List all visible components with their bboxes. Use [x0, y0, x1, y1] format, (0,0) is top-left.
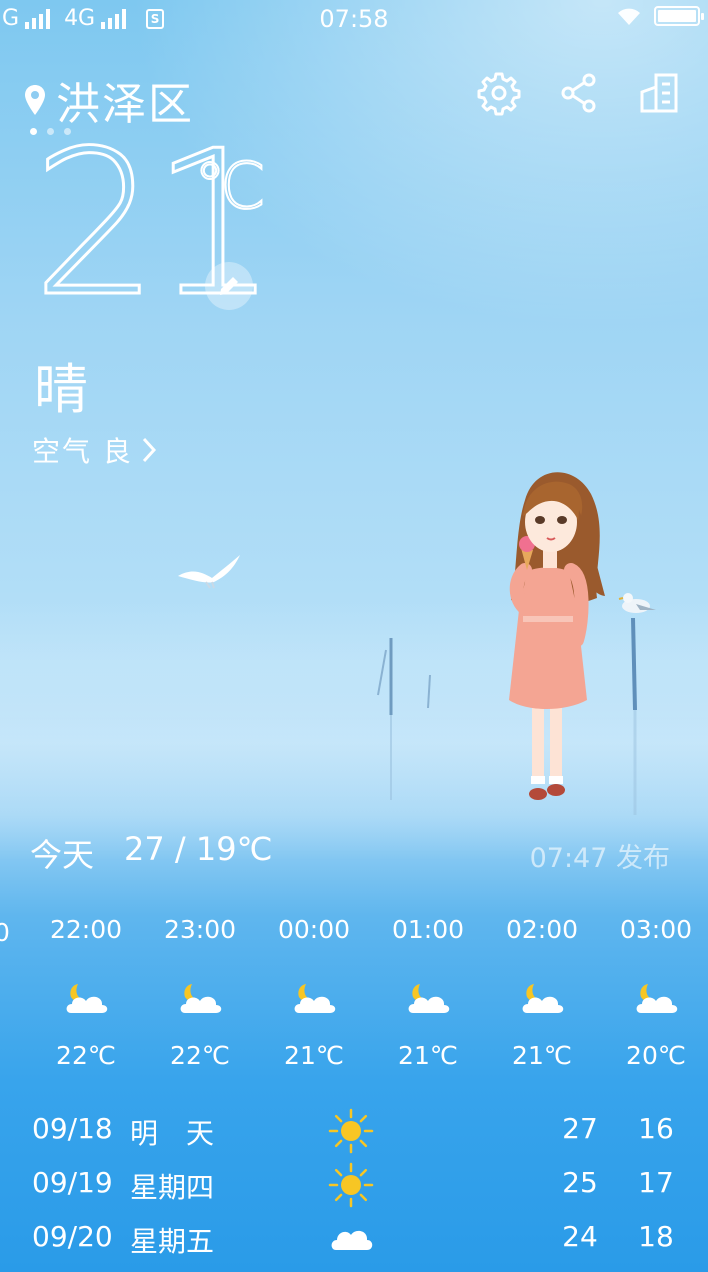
day-low: 17 [638, 1166, 674, 1199]
day-weekday: 明 天 [130, 1117, 214, 1150]
hour-time: 01:00 [391, 915, 465, 944]
daily-row[interactable]: 09/19 星期四 25 17 [0, 1162, 708, 1216]
hour-time: 02:00 [505, 915, 579, 944]
sunny-icon [328, 1162, 374, 1208]
partly-cloudy-night-icon [180, 984, 222, 1013]
hour-temp: 21℃ [284, 1041, 344, 1070]
hourly-item: 00:00 21℃ [264, 915, 364, 1070]
hour-temp: 22℃ [56, 1041, 116, 1070]
status-bar: G 4G S 07:58 [0, 0, 708, 38]
hour-icon [36, 969, 136, 1029]
air-quality-label: 空气 良 [32, 435, 133, 468]
day-icon [328, 1216, 374, 1262]
partly-cloudy-night-icon [636, 984, 678, 1013]
day-icon [328, 1108, 374, 1154]
hourly-forecast[interactable]: 22:00 22℃ 23:00 22℃ 00:00 21℃ 01:00 21℃ 02:00 21℃… [0, 915, 708, 1070]
partly-cloudy-night-icon [522, 984, 564, 1013]
day-weekday: 星期五 [130, 1225, 215, 1258]
hour-time: 00:00 [277, 915, 351, 944]
hourly-item: 22:00 22℃ [36, 915, 136, 1070]
hourly-item: 23:00 22℃ [150, 915, 250, 1070]
day-icon [328, 1162, 374, 1208]
partly-cloudy-night-icon [66, 984, 108, 1013]
hourly-item: 02:00 21℃ [492, 915, 592, 1070]
weather-condition: 晴 [34, 358, 88, 421]
air-quality-link[interactable]: 空气 良 [32, 430, 157, 470]
weather-illustration [178, 472, 656, 815]
today-label: 今天 [30, 836, 95, 874]
day-weekday: 星期四 [130, 1171, 215, 1204]
hour-temp: 21℃ [398, 1041, 458, 1070]
hour-temp: 20℃ [626, 1041, 686, 1070]
day-high: 24 [562, 1220, 598, 1253]
status-right [616, 6, 704, 26]
hourly-item: 03:00 20℃ [606, 915, 706, 1070]
chevron-right-icon [142, 437, 156, 463]
edit-button[interactable] [205, 262, 253, 310]
day-date: 09/20 [32, 1220, 113, 1253]
hour-icon [264, 969, 364, 1029]
today-summary: 今天 27 / 19℃ [30, 830, 273, 876]
cloudy-icon [331, 1230, 373, 1250]
flying-seagull [178, 555, 240, 589]
hour-time: 23:00 [163, 915, 237, 944]
hour-icon [606, 969, 706, 1029]
share-button[interactable] [556, 70, 602, 116]
hour-time: 22:00 [49, 915, 123, 944]
today-range: 27 / 19℃ [124, 830, 273, 868]
header-actions [476, 70, 682, 116]
hour-temp: 21℃ [512, 1041, 572, 1070]
day-high: 25 [562, 1166, 598, 1199]
daily-row[interactable]: 09/18 明 天 27 16 [0, 1108, 708, 1162]
day-high: 27 [562, 1112, 598, 1145]
pencil-icon [220, 277, 238, 295]
status-time: 07:58 [319, 5, 389, 33]
daily-row[interactable]: 09/20 星期五 24 18 [0, 1216, 708, 1270]
temperature-unit: ℃ [193, 149, 267, 225]
hour-icon [492, 969, 592, 1029]
pole-mid [427, 674, 431, 709]
pole-thin [377, 649, 387, 696]
partly-cloudy-night-icon [408, 984, 450, 1013]
hour-icon [378, 969, 478, 1029]
settings-icon [477, 72, 521, 116]
daily-forecast: 09/18 明 天 27 16 09/19 星期四 25 17 09/20 星期五 24 18 [0, 1108, 708, 1270]
hour-time: 03:00 [619, 915, 693, 944]
sunny-icon [328, 1108, 374, 1154]
share-icon [561, 73, 596, 113]
pole-right [631, 617, 637, 711]
day-low: 16 [638, 1112, 674, 1145]
hourly-item: 01:00 21℃ [378, 915, 478, 1070]
wifi-icon [618, 8, 640, 25]
perched-seagull [618, 593, 656, 613]
publish-time: 07:47 发布 [529, 843, 670, 874]
day-date: 09/18 [32, 1112, 113, 1145]
city-manage-icon [640, 73, 678, 113]
hour-icon [150, 969, 250, 1029]
girl-figure [509, 472, 605, 800]
battery-icon [654, 6, 704, 26]
settings-button[interactable] [476, 70, 522, 116]
partly-cloudy-night-icon [294, 984, 336, 1013]
day-date: 09/19 [32, 1166, 113, 1199]
city-manage-button[interactable] [636, 70, 682, 116]
battery-fill [658, 10, 696, 22]
hour-temp: 22℃ [170, 1041, 230, 1070]
day-low: 18 [638, 1220, 674, 1253]
